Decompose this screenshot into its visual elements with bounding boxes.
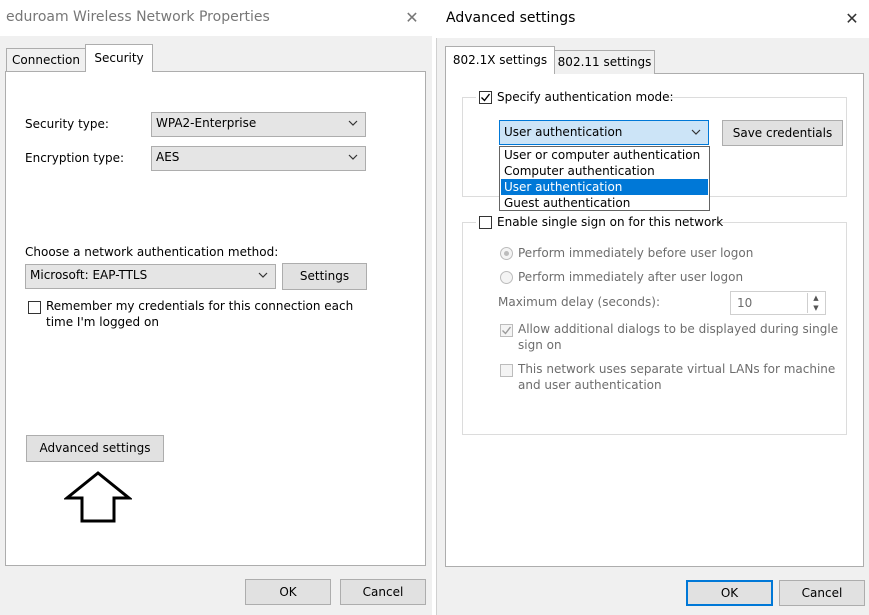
dropdown-option-guest[interactable]: Guest authentication [501, 195, 708, 211]
advanced-settings-title: Advanced settings [446, 10, 576, 26]
allow-dialogs-label-line2: sign on [518, 338, 562, 352]
network-properties-title: eduroam Wireless Network Properties [6, 9, 270, 25]
auth-method-label: Choose a network authentication method: [25, 245, 279, 259]
remember-credentials-label-line1: Remember my credentials for this connect… [46, 299, 354, 313]
tab-connection[interactable]: Connection [6, 48, 86, 71]
separate-vlans-checkbox[interactable] [500, 364, 513, 377]
radio-selected-dot [504, 251, 509, 256]
encryption-type-label: Encryption type: [25, 151, 125, 165]
chevron-down-icon [348, 120, 358, 126]
enable-sso-label: Enable single sign on for this network [497, 215, 724, 229]
perform-before-logon-radio[interactable] [500, 247, 513, 260]
specify-auth-mode-checkbox[interactable] [479, 91, 492, 104]
separate-vlans-label-line1: This network uses separate virtual LANs … [518, 362, 836, 376]
tab-80211-settings[interactable]: 802.11 settings [554, 50, 655, 74]
chevron-down-icon [691, 129, 701, 135]
perform-after-logon-label: Perform immediately after user logon [518, 270, 744, 284]
checkmark-icon [502, 326, 512, 335]
spin-down-icon[interactable]: ▼ [807, 303, 824, 313]
allow-dialogs-label-line1: Allow additional dialogs to be displayed… [518, 322, 839, 336]
cancel-button[interactable]: Cancel [779, 580, 865, 606]
auth-mode-dropdown-list: User or computer authentication Computer… [499, 146, 710, 211]
chevron-down-icon [258, 272, 268, 278]
max-delay-label: Maximum delay (seconds): [498, 295, 660, 309]
spin-up-icon[interactable]: ▲ [807, 293, 824, 303]
ok-button[interactable]: OK [686, 580, 773, 606]
remember-credentials-label-line2: time I'm logged on [46, 315, 159, 329]
enable-sso-checkbox[interactable] [479, 216, 492, 229]
specify-auth-mode-label: Specify authentication mode: [497, 90, 674, 104]
max-delay-stepper[interactable]: 10 ▲ ▼ [730, 291, 826, 315]
save-credentials-button[interactable]: Save credentials [722, 120, 843, 146]
dropdown-option-user-or-computer[interactable]: User or computer authentication [501, 147, 708, 163]
dropdown-option-user[interactable]: User authentication [501, 179, 708, 195]
settings-button[interactable]: Settings [282, 263, 367, 290]
auth-method-value: Microsoft: EAP-TTLS [30, 268, 148, 282]
security-type-select[interactable]: WPA2-Enterprise [151, 112, 366, 137]
cancel-button[interactable]: Cancel [340, 579, 426, 605]
allow-dialogs-checkbox[interactable] [500, 324, 513, 337]
security-type-label: Security type: [25, 117, 109, 131]
remember-credentials-checkbox[interactable] [28, 301, 41, 314]
advanced-settings-button[interactable]: Advanced settings [26, 435, 164, 462]
perform-after-logon-radio[interactable] [500, 271, 513, 284]
chevron-down-icon [348, 154, 358, 160]
max-delay-value: 10 [737, 296, 753, 310]
checkmark-icon [481, 93, 491, 102]
close-icon[interactable]: ✕ [842, 9, 862, 29]
auth-mode-value: User authentication [504, 125, 623, 139]
ok-button[interactable]: OK [245, 579, 331, 605]
auth-method-select[interactable]: Microsoft: EAP-TTLS [25, 264, 276, 289]
security-type-value: WPA2-Enterprise [156, 116, 257, 130]
dropdown-option-computer[interactable]: Computer authentication [501, 163, 708, 179]
encryption-type-select[interactable]: AES [151, 146, 366, 171]
close-icon[interactable]: ✕ [402, 8, 422, 28]
tab-security[interactable]: Security [85, 44, 153, 72]
tab-8021x-settings[interactable]: 802.1X settings [445, 46, 555, 74]
auth-mode-select[interactable]: User authentication [499, 120, 709, 145]
perform-before-logon-label: Perform immediately before user logon [518, 246, 754, 260]
up-arrow-icon [64, 471, 132, 523]
encryption-type-value: AES [156, 150, 180, 164]
separate-vlans-label-line2: and user authentication [518, 378, 662, 392]
